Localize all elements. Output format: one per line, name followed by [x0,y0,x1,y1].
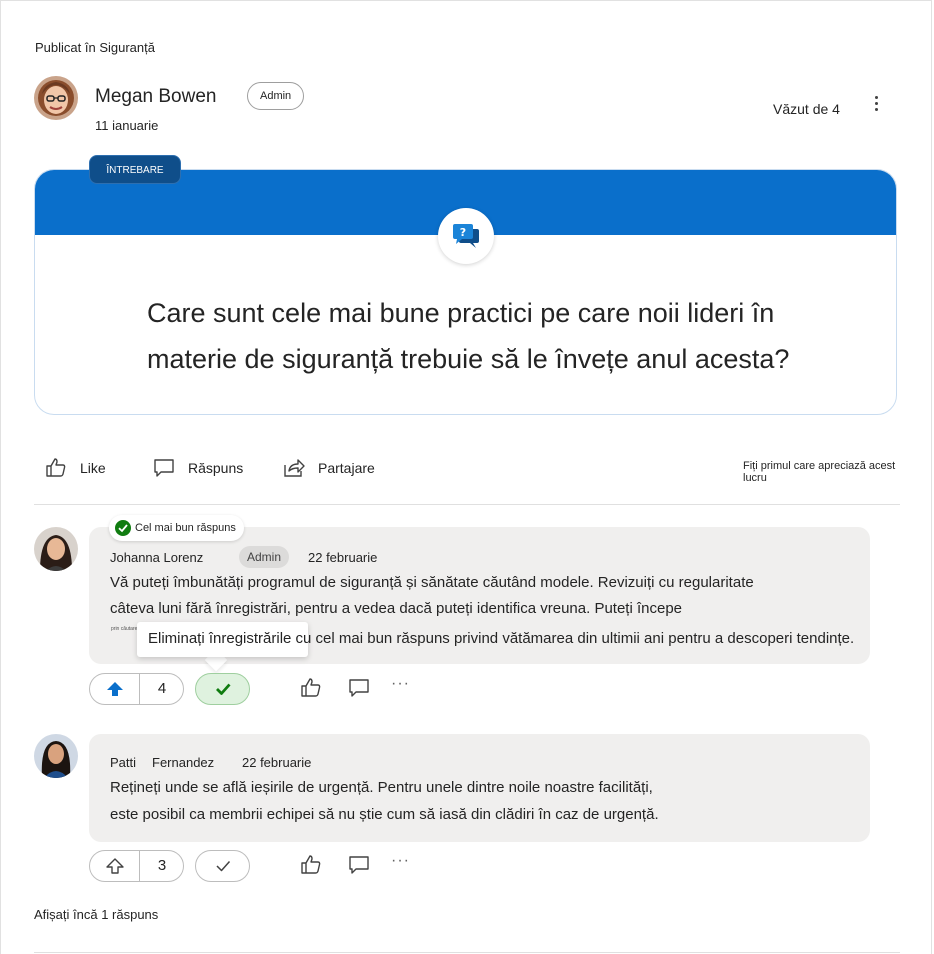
avatar-photo-icon [34,527,78,571]
reply-body-line: câteva luni fără înregistrări, pentru a … [110,600,683,617]
reply-date: 22 februarie [242,755,312,770]
reply-author[interactable]: Johanna Lorenz [110,550,203,565]
show-more-replies-link[interactable]: Afișați încă 1 răspuns [34,907,158,922]
upvote-control: 3 [89,850,184,882]
reply-button[interactable]: Răspuns [152,450,243,486]
share-button[interactable]: Partajare [282,450,375,486]
author-avatar[interactable] [34,76,78,120]
accept-answer-button[interactable] [195,673,250,705]
posted-in-label: Publicat în Siguranță [35,40,155,55]
share-label: Partajare [318,460,375,476]
upvote-button[interactable] [90,851,140,881]
vote-count: 4 [157,680,167,697]
best-answer-label: Cel mai bun răspuns [135,522,236,534]
reply-more-button[interactable]: ··· [391,675,410,693]
upvote-control: 4 [89,673,184,705]
thumbs-up-icon [301,678,321,697]
reply-avatar-patti[interactable] [34,734,78,778]
thumbs-up-icon [46,458,66,477]
vote-count: 3 [157,857,167,874]
question-text: Care sunt cele mai bune practici pe care… [147,298,790,374]
first-like-prompt: Fiți primul care apreciază acest lucru [743,460,896,484]
reply-more-button[interactable]: ··· [391,852,410,870]
arrow-up-icon [105,858,124,874]
reply-like-button[interactable] [298,675,324,701]
reply-body-fragment: prin căutarea [111,626,141,632]
reply-label: Răspuns [188,460,244,476]
like-label: Like [80,460,106,476]
question-tag: ÎNTREBARE [89,155,181,184]
section-divider [34,504,900,505]
reply-body-line: Vă puteți îmbunătăți programul de sigura… [110,574,754,591]
reply-body-line: Eliminați înregistrările cu cel mai bun … [148,630,855,647]
reply-like-button[interactable] [298,852,324,878]
like-button[interactable]: Like [44,450,106,486]
comment-icon [349,856,369,874]
comment-icon [349,679,369,697]
thumbs-up-icon [301,855,321,874]
post-action-bar: Like Răspuns Partajare Fiți primul care … [34,450,900,486]
avatar-photo-icon [34,734,78,778]
reply-avatar-johanna[interactable] [34,527,78,571]
author-role-badge: Admin [247,82,305,110]
reply-author-last[interactable]: Fernandez [152,755,214,770]
checkmark-icon [215,861,230,872]
reply-date: 22 februarie [308,550,378,565]
reply-role-badge: Admin [239,546,290,568]
upvote-button[interactable] [90,674,140,704]
checkmark-circle-icon [115,520,131,536]
reply-comment-button[interactable] [346,675,372,701]
svg-text:?: ? [460,226,466,239]
question-bubble-icon: ? [453,224,479,248]
author-name[interactable]: Megan Bowen [95,86,216,108]
more-options-icon[interactable] [868,93,884,117]
section-divider [34,952,900,953]
post-date: 11 ianuarie [95,118,159,133]
comment-icon [154,459,174,477]
checkmark-icon [215,683,231,695]
avatar-photo-icon [34,76,78,120]
best-answer-badge: Cel mai bun răspuns [109,515,244,541]
accept-answer-button[interactable] [195,850,250,882]
reply-body-line: Rețineți unde se află ieșirile de urgenț… [110,779,653,796]
reply-author-first[interactable]: Patti [110,755,136,770]
seen-by-count[interactable]: Văzut de 4 [773,101,840,117]
share-icon [284,459,305,477]
reply-comment-button[interactable] [346,852,372,878]
reply-body-line: este posibil ca membrii echipei să nu șt… [110,806,659,823]
question-card: Care sunt cele mai bune practici pe care… [34,169,897,415]
question-icon-badge: ? [438,208,494,264]
arrow-up-icon [106,682,123,696]
